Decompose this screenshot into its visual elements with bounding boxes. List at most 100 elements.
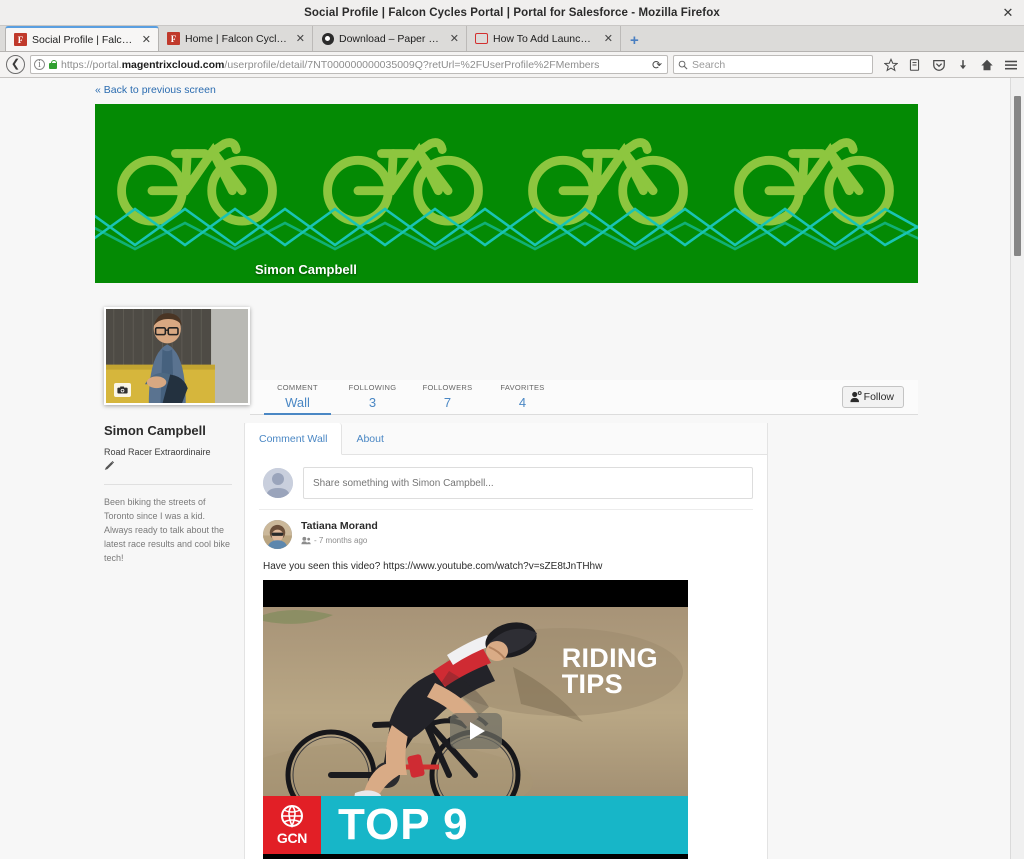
sidebar-tagline: Road Racer Extraordinaire [104,447,211,457]
wave-pattern-graphic [95,207,918,251]
browser-nav-bar: ❮ i https://portal.magentrixcloud.com/us… [0,52,1024,78]
main-content-card: Comment Wall About Tatiana M [244,423,768,859]
video-banner-text: TOP 9 [338,800,469,849]
play-triangle [470,721,485,740]
browser-tab-0[interactable]: Social Profile | Falcon C... ✕ [5,26,159,51]
lock-icon [49,60,58,69]
launchpad-icon [475,32,488,45]
share-input[interactable] [303,467,753,499]
stat-value: 4 [518,395,527,410]
reload-icon[interactable]: ⟳ [652,58,664,72]
tab-label: Social Profile | Falcon C... [32,33,134,46]
tab-comment-wall[interactable]: Comment Wall [245,423,343,455]
banner-profile-name: Simon Campbell [255,262,357,277]
profile-sidebar: Simon Campbell Road Racer Extraordinaire… [104,423,232,566]
search-bar[interactable]: Search [673,55,873,74]
browser-title-bar: Social Profile | Falcon Cycles Portal | … [0,0,1024,26]
sidebar-bio: Been biking the streets of Toronto since… [104,497,231,563]
tab-label: How To Add Launchpa... [493,32,596,45]
stat-value: 3 [368,395,377,410]
stat-comment-wall[interactable]: COMMENT Wall [260,380,335,415]
pencil-icon[interactable] [104,460,232,474]
stat-label: COMMENT [277,383,318,392]
window-close-button[interactable]: ✕ [1000,5,1016,21]
avatar [106,309,248,403]
gcn-globe-icon [281,804,303,828]
page-viewport: « Back to previous screen Simon Campbell… [0,78,1024,859]
page-scrollbar[interactable] [1010,78,1024,859]
paper-icon [321,32,334,45]
url-bar[interactable]: i https://portal.magentrixcloud.com/user… [30,55,668,74]
downloads-icon[interactable] [955,57,970,72]
content-tabs: Comment Wall About [245,423,767,455]
tab-label: About [356,432,384,445]
post-body-text: Have you seen this video? https://www.yo… [263,561,603,572]
stat-followers[interactable]: FOLLOWERS 7 [410,380,485,415]
audience-icon [301,536,311,545]
follow-button[interactable]: Follow [841,386,904,408]
play-icon[interactable] [449,712,502,749]
menu-icon[interactable] [1003,57,1018,72]
sidebar-profile-name: Simon Campbell [104,423,206,438]
tab-close-icon[interactable]: ✕ [139,33,151,46]
url-scheme: https://portal. [61,58,122,71]
stat-value: 7 [443,395,452,410]
sidebar-divider [104,484,232,485]
video-overlay-line1: RIDING [561,643,658,673]
back-button[interactable]: ❮ [6,55,25,74]
follow-button-label: Follow [863,391,894,403]
scrollbar-thumb[interactable] [1014,96,1021,256]
follow-person-icon [850,391,862,403]
falcon-icon [167,32,180,45]
tab-label: Home | Falcon Cycles P... [185,32,288,45]
video-banner: GCN TOP 9 [263,796,688,854]
post-timestamp: - 7 months ago [314,536,368,545]
falcon-icon [14,33,27,46]
post-meta: - 7 months ago [301,536,378,545]
gcn-brand-text: GCN [276,829,308,846]
share-composer-row [245,455,767,509]
stat-label: FOLLOWERS [422,383,473,392]
browser-tab-2[interactable]: Download – Paper Proj... ✕ [313,26,467,51]
page-content: « Back to previous screen Simon Campbell… [0,78,1010,859]
avatar [263,520,292,549]
bookmark-star-icon[interactable] [883,57,898,72]
tab-close-icon[interactable]: ✕ [447,32,459,45]
browser-tab-strip: Social Profile | Falcon C... ✕ Home | Fa… [0,26,1024,52]
camera-icon[interactable] [114,383,131,397]
search-icon [678,60,688,69]
library-icon[interactable] [907,57,922,72]
avatar [263,468,293,498]
new-tab-button[interactable]: + [621,32,648,51]
url-domain: magentrixcloud.com [121,58,225,71]
home-icon[interactable] [979,57,994,72]
stat-favorites[interactable]: FAVORITES 4 [485,380,560,415]
video-overlay-line2: TIPS [561,669,623,700]
browser-tab-1[interactable]: Home | Falcon Cycles P... ✕ [159,26,313,51]
tab-close-icon[interactable]: ✕ [293,32,305,45]
browser-tab-3[interactable]: How To Add Launchpa... ✕ [467,26,621,51]
post-header: Tatiana Morand - 7 months ago [259,520,753,549]
post-author[interactable]: Tatiana Morand [301,520,378,532]
stat-label: FOLLOWING [348,383,397,392]
tab-about[interactable]: About [342,423,397,454]
video-overlay-title: RIDING TIPS [561,643,658,700]
stat-following[interactable]: FOLLOWING 3 [335,380,410,415]
profile-banner: Simon Campbell [95,104,918,283]
search-placeholder: Search [692,58,726,71]
back-to-previous-screen-link[interactable]: « Back to previous screen [95,84,216,96]
window-title: Social Profile | Falcon Cycles Portal | … [304,6,720,19]
video-embed[interactable]: RIDING TIPS GCN TOP 9 [263,580,688,859]
stat-label: FAVORITES [500,383,545,392]
pocket-icon[interactable] [931,57,946,72]
url-path: /userprofile/detail/7NT000000000035009Q?… [224,58,600,71]
tab-close-icon[interactable]: ✕ [601,32,613,45]
post-author-block: Tatiana Morand - 7 months ago [301,520,378,545]
browser-toolbar-icons [878,57,1018,72]
profile-avatar-card[interactable] [104,307,250,405]
profile-stats-bar: COMMENT Wall FOLLOWING 3 FOLLOWERS 7 FAV… [250,380,918,415]
gcn-logo: GCN [263,796,321,854]
page-info-icon[interactable]: i [34,59,45,70]
stat-value: Wall [285,395,310,410]
tab-label: Download – Paper Proj... [339,32,442,45]
